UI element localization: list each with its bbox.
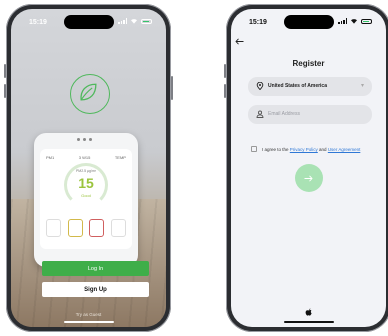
arrow-right-icon bbox=[304, 174, 313, 182]
signal-icon bbox=[338, 18, 347, 24]
status-time: 15:19 bbox=[29, 19, 47, 26]
page-title: Register bbox=[292, 59, 325, 68]
device-label: PM2.5 µg/m³ bbox=[75, 169, 97, 173]
phone-welcome: 15:19 PM1 3 W15 TEMP PM2.5 µg/m³ 15 Good… bbox=[4, 4, 173, 332]
leaf-logo-icon bbox=[69, 74, 110, 114]
power-button bbox=[171, 76, 173, 100]
country-selector[interactable]: United States of America ▾ bbox=[248, 77, 372, 96]
apple-icon[interactable] bbox=[305, 308, 313, 317]
privacy-policy-link[interactable]: Privacy Policy bbox=[290, 147, 318, 152]
user-agreement-link[interactable]: User Agreement bbox=[328, 147, 361, 152]
signal-icon bbox=[118, 18, 127, 24]
agree-and: and bbox=[317, 146, 328, 152]
device-top-left: PM1 bbox=[46, 155, 55, 160]
volume-down-button bbox=[4, 84, 6, 98]
user-icon bbox=[256, 110, 264, 118]
back-arrow-icon[interactable] bbox=[235, 38, 244, 47]
dynamic-island bbox=[63, 15, 114, 29]
country-value: United States of America bbox=[268, 83, 327, 89]
battery-icon bbox=[141, 18, 152, 24]
home-indicator bbox=[63, 321, 114, 323]
device-top-right: TEMP bbox=[114, 155, 126, 160]
volume-up-button bbox=[224, 64, 226, 78]
air-monitor-device-image: PM1 3 W15 TEMP PM2.5 µg/m³ 15 Good bbox=[34, 133, 138, 267]
email-field[interactable]: Email Address bbox=[248, 105, 372, 124]
home-indicator bbox=[283, 321, 334, 323]
email-placeholder: Email Address bbox=[268, 111, 300, 117]
welcome-screen: 15:19 PM1 3 W15 TEMP PM2.5 µg/m³ 15 Good… bbox=[11, 9, 166, 327]
device-display: PM1 3 W15 TEMP PM2.5 µg/m³ 15 Good bbox=[40, 149, 132, 249]
log-in-button[interactable]: Log In bbox=[42, 261, 149, 276]
device-value: 15 bbox=[78, 175, 94, 191]
try-as-guest-link[interactable]: Try as Guest bbox=[11, 312, 166, 317]
volume-down-button bbox=[224, 84, 226, 98]
sign-up-button[interactable]: Sign Up bbox=[42, 282, 149, 297]
wifi-icon bbox=[351, 19, 357, 24]
dynamic-island bbox=[283, 15, 334, 29]
agree-prefix: I agree to the bbox=[262, 146, 290, 152]
status-bar: 15:19 bbox=[11, 9, 166, 33]
phone-register: 15:19 Register United States of America … bbox=[224, 4, 388, 332]
battery-icon bbox=[361, 18, 372, 24]
chevron-down-icon: ▾ bbox=[360, 83, 364, 89]
device-status: Good bbox=[81, 193, 91, 198]
status-time: 15:19 bbox=[249, 19, 267, 26]
next-button[interactable] bbox=[294, 164, 323, 192]
location-pin-icon bbox=[256, 82, 264, 90]
device-tiles bbox=[46, 219, 126, 237]
register-screen: 15:19 Register United States of America … bbox=[231, 9, 386, 327]
agree-checkbox[interactable] bbox=[251, 146, 257, 152]
device-top-mid: 3 W15 bbox=[78, 155, 91, 160]
status-bar: 15:19 bbox=[231, 9, 386, 33]
volume-up-button bbox=[4, 64, 6, 78]
wifi-icon bbox=[131, 19, 137, 24]
